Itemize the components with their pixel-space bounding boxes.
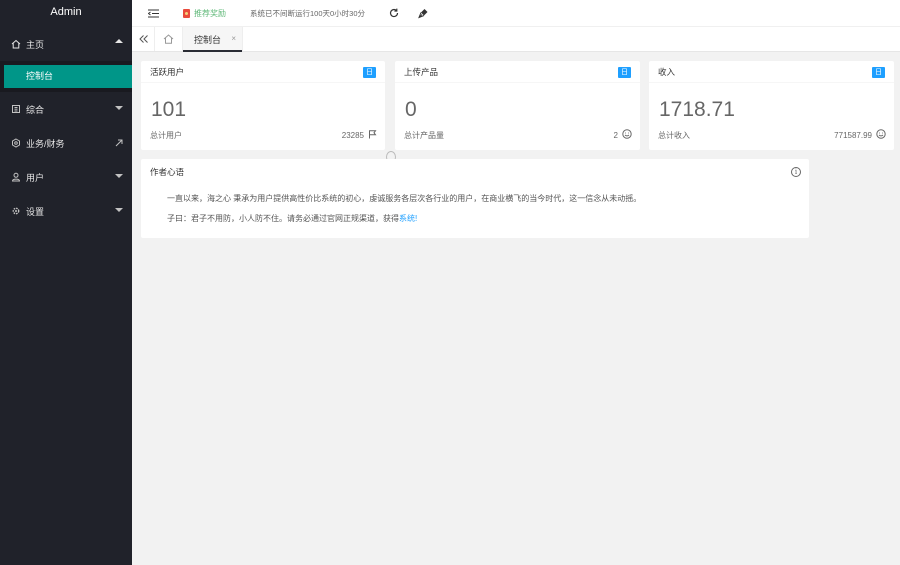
card-footer: 总计产品量 2 (404, 129, 632, 141)
menu-toggle-icon[interactable] (148, 0, 159, 27)
promo-label: 推荐奖励 (194, 8, 226, 18)
card-value: 101 (151, 98, 187, 121)
settings-icon (11, 138, 21, 148)
nav-group-label: 综合 (26, 104, 45, 115)
refresh-icon[interactable] (389, 0, 399, 27)
card-value: 0 (405, 98, 417, 121)
period-badge: 日 (872, 67, 885, 78)
stat-card-active-users: 活跃用户 日 101 总计用户 23285 (141, 61, 385, 150)
system-link[interactable]: 系统! (399, 214, 417, 223)
nav-group-home[interactable]: 主页 (0, 27, 132, 61)
card-footer: 总计用户 23285 (150, 129, 377, 141)
author-text-line: 一直以来，海之心 秉承为用户提供高性价比系统的初心，虔诚服务各层次各行业的用户，… (167, 194, 642, 203)
tab-console[interactable]: 控制台 × (183, 27, 243, 52)
stat-card-uploads: 上传产品 日 0 总计产品量 2 (395, 61, 640, 150)
period-badge: 日 (363, 67, 376, 78)
nav-item-console[interactable]: 控制台 (4, 65, 132, 88)
sidebar: Admin 主页 控制台 综合 业务/财务 用户 设置 (0, 0, 132, 565)
chevron-up-icon (115, 39, 123, 43)
card-title: 上传产品 (404, 66, 439, 77)
chevron-down-icon (115, 106, 123, 110)
nav-group-users[interactable]: 用户 (0, 160, 132, 194)
top-header: 推荐奖励 系统已不间断运行100天0小时30分 (132, 0, 900, 27)
card-value: 1718.71 (659, 98, 735, 121)
card-header: 收入 日 (649, 61, 894, 83)
uptime-text: 系统已不间断运行100天0小时30分 (250, 8, 366, 18)
stat-card-income: 收入 日 1718.71 总计收入 771587.99 (649, 61, 894, 150)
nav-group-label: 主页 (26, 39, 45, 50)
nav-group-label: 设置 (26, 206, 45, 217)
nav-group-label: 用户 (26, 172, 45, 183)
chevron-down-icon (115, 174, 123, 178)
author-notes-card: 作者心语 i 一直以来，海之心 秉承为用户提供高性价比系统的初心，虔诚服务各层次… (141, 159, 809, 238)
gift-icon (183, 8, 190, 18)
home-icon (11, 39, 21, 49)
card-header: 作者心语 i (141, 159, 809, 185)
expand-icon (115, 139, 123, 147)
gear-icon (11, 206, 21, 216)
card-header: 活跃用户 日 (141, 61, 385, 83)
nav-group-general[interactable]: 综合 (0, 92, 132, 126)
card-title: 作者心语 (150, 167, 185, 177)
card-title: 收入 (658, 66, 676, 77)
author-line-prefix: 子曰：君子不用防，小人防不住。请务必通过官网正规渠道，获得 (167, 214, 399, 223)
close-icon[interactable]: × (231, 34, 236, 43)
tab-bar: 控制台 × (132, 27, 900, 52)
nav-group-label: 业务/财务 (26, 138, 65, 149)
flag-icon (368, 129, 377, 141)
nav-submenu: 控制台 (0, 61, 132, 92)
clear-cache-icon[interactable] (418, 0, 429, 27)
nav-group-settings[interactable]: 设置 (0, 194, 132, 228)
grid-icon (11, 104, 21, 114)
nav-group-business[interactable]: 业务/财务 (0, 126, 132, 160)
info-icon[interactable]: i (791, 167, 801, 177)
author-text-line: 子曰：君子不用防，小人防不住。请务必通过官网正规渠道，获得系统! (167, 213, 417, 224)
tab-home-icon[interactable] (155, 27, 183, 51)
card-foot-label: 总计用户 (150, 130, 182, 140)
card-foot-label: 总计收入 (658, 130, 690, 140)
smile-icon (876, 129, 886, 141)
card-header: 上传产品 日 (395, 61, 640, 83)
period-badge: 日 (618, 67, 631, 78)
card-foot-value: 23285 (341, 130, 364, 140)
promo-link[interactable]: 推荐奖励 (183, 0, 226, 27)
app-logo[interactable]: Admin (0, 0, 132, 27)
card-title: 活跃用户 (150, 66, 185, 77)
card-footer: 总计收入 771587.99 (658, 129, 886, 141)
tab-scroll-left-icon[interactable] (132, 27, 155, 51)
smile-icon (622, 129, 632, 141)
tab-label: 控制台 (194, 34, 222, 45)
user-icon (11, 172, 21, 182)
card-foot-value: 771587.99 (834, 130, 872, 140)
card-foot-label: 总计产品量 (404, 130, 444, 140)
chevron-down-icon (115, 208, 123, 212)
card-foot-value: 2 (613, 130, 618, 140)
